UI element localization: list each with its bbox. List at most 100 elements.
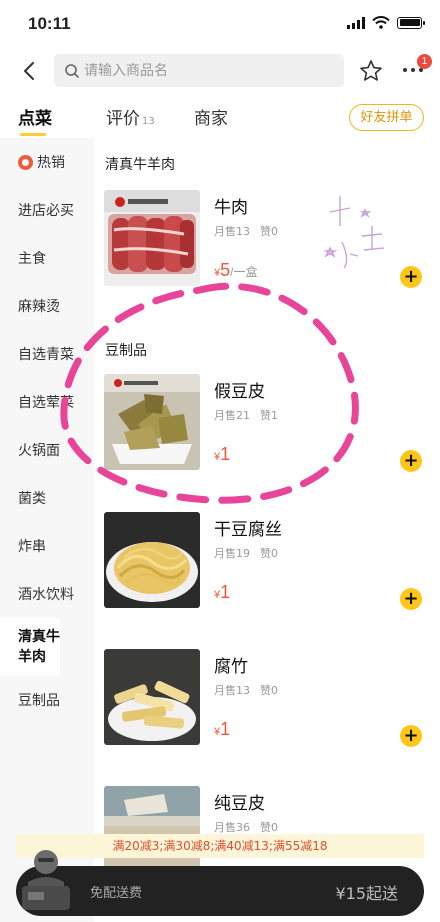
product-item[interactable]: 牛肉 月售13 赞0 ¥5/一盒 +: [104, 190, 440, 290]
section-title: 清真牛羊肉: [105, 157, 175, 173]
nav-bar: 1: [0, 50, 440, 94]
sidebar-item-halal-meat[interactable]: 清真牛羊肉: [0, 618, 60, 676]
product-name: 牛肉: [214, 198, 248, 218]
sidebar-item-label: 自选青菜: [18, 347, 74, 363]
product-item[interactable]: 假豆皮 月售21 赞1 ¥1 +: [104, 374, 440, 474]
sidebar-item-label: 麻辣烫: [18, 299, 60, 315]
product-price: ¥1: [214, 444, 230, 465]
sidebar-item-label: 主食: [18, 251, 46, 267]
product-sales: 月售13 赞0: [214, 223, 288, 239]
sidebar-item-label: 菌类: [18, 491, 46, 507]
back-icon[interactable]: [18, 59, 42, 83]
product-sales: 月售19 赞0: [214, 545, 288, 561]
hot-icon: [18, 154, 33, 170]
group-order-button[interactable]: 好友拼单: [349, 104, 424, 131]
product-price: ¥5/一盒: [214, 260, 257, 281]
sidebar-item-vegetables[interactable]: 自选青菜: [0, 330, 94, 378]
sidebar-item-label: 清真牛羊肉: [18, 629, 60, 665]
sidebar-item-fried-skewers[interactable]: 炸串: [0, 522, 94, 570]
product-name: 纯豆皮: [214, 794, 265, 814]
status-bar: 10:11: [0, 0, 440, 50]
tab-bar: 点菜 评价 13 商家 好友拼单: [0, 96, 440, 138]
monthly-sales: 月售13: [214, 225, 250, 238]
tab-merchant[interactable]: 商家: [194, 104, 228, 129]
price-value: 1: [220, 582, 231, 602]
add-to-cart-button[interactable]: +: [400, 588, 422, 610]
tab-label: 点菜: [18, 109, 52, 129]
minimum-order-label[interactable]: ¥15起送: [335, 880, 398, 904]
price-value: 1: [220, 444, 231, 464]
more-menu-button[interactable]: 1: [400, 54, 432, 82]
product-sales: 月售13 赞0: [214, 682, 288, 698]
likes: 赞0: [260, 821, 278, 834]
sidebar-item-hot[interactable]: 热销: [0, 138, 94, 186]
product-name: 干豆腐丝: [214, 520, 282, 540]
cart-icon[interactable]: [20, 846, 72, 914]
sidebar-item-mushrooms[interactable]: 菌类: [0, 474, 94, 522]
monthly-sales: 月售36: [214, 821, 250, 834]
price-unit: /一盒: [230, 265, 258, 279]
favorite-star-icon[interactable]: [358, 58, 384, 84]
signal-icon: [347, 16, 365, 29]
discount-banner: 满20减3;满30减8;满40减13;满55减18: [16, 834, 424, 858]
product-price: ¥1: [214, 719, 230, 740]
likes: 赞0: [260, 225, 278, 238]
sidebar-item-label: 进店必买: [18, 203, 74, 219]
product-image: [104, 512, 200, 608]
section-title: 豆制品: [105, 343, 147, 359]
battery-icon: [397, 16, 425, 29]
status-time: 10:11: [28, 14, 71, 33]
monthly-sales: 月售21: [214, 409, 250, 422]
delivery-fee-label: 免配送费: [90, 886, 143, 901]
sidebar-item-label: 自选荤菜: [18, 395, 74, 411]
search-icon: [65, 63, 79, 78]
product-name: 腐竹: [214, 657, 248, 677]
wifi-icon: [372, 16, 390, 29]
search-input[interactable]: [84, 62, 304, 79]
sidebar-item-drinks[interactable]: 酒水饮料: [0, 570, 94, 618]
monthly-sales: 月售19: [214, 547, 250, 560]
monthly-sales: 月售13: [214, 684, 250, 697]
sidebar-item-label: 炸串: [18, 539, 46, 555]
more-icon: [403, 68, 423, 72]
category-sidebar: 热销 进店必买 主食 麻辣烫 自选青菜 自选荤菜 火锅面 菌类 炸串 酒水饮料 …: [0, 138, 94, 922]
add-to-cart-button[interactable]: +: [400, 725, 422, 747]
product-name: 假豆皮: [214, 382, 265, 402]
cart-bar[interactable]: 免配送费 ¥15起送: [16, 866, 424, 916]
active-tab-indicator: [20, 133, 46, 136]
sidebar-item-label: 豆制品: [18, 693, 60, 709]
sidebar-item-hotpot-noodles[interactable]: 火锅面: [0, 426, 94, 474]
product-item[interactable]: 干豆腐丝 月售19 赞0 ¥1 +: [104, 512, 440, 612]
tab-order[interactable]: 点菜: [18, 104, 52, 129]
sidebar-item-tofu[interactable]: 豆制品: [0, 676, 94, 724]
product-price: ¥1: [214, 582, 230, 603]
product-image: [104, 190, 200, 286]
product-sales: 月售36 赞0: [214, 819, 288, 835]
tab-reviews[interactable]: 评价 13: [106, 104, 155, 129]
sidebar-item-label: 热销: [37, 155, 65, 171]
status-icons: [347, 16, 425, 29]
price-value: 5: [220, 260, 231, 280]
sidebar-item-label: 酒水饮料: [18, 587, 74, 603]
product-image: [104, 649, 200, 745]
notification-badge: 1: [417, 54, 432, 69]
likes: 赞0: [260, 684, 278, 697]
add-to-cart-button[interactable]: +: [400, 266, 422, 288]
price-value: 1: [220, 719, 231, 739]
sidebar-item-label: 火锅面: [18, 443, 60, 459]
likes: 赞1: [260, 409, 278, 422]
tab-label: 评价: [106, 109, 140, 129]
sidebar-item-must-buy[interactable]: 进店必买: [0, 186, 94, 234]
product-sales: 月售21 赞1: [214, 407, 288, 423]
product-item[interactable]: 腐竹 月售13 赞0 ¥1 +: [104, 649, 440, 749]
sidebar-item-staples[interactable]: 主食: [0, 234, 94, 282]
add-to-cart-button[interactable]: +: [400, 450, 422, 472]
sidebar-item-malatang[interactable]: 麻辣烫: [0, 282, 94, 330]
likes: 赞0: [260, 547, 278, 560]
product-image: [104, 374, 200, 470]
tab-label: 商家: [194, 109, 228, 129]
tab-count: 13: [142, 116, 155, 127]
search-bar[interactable]: [54, 54, 344, 87]
sidebar-item-meats[interactable]: 自选荤菜: [0, 378, 94, 426]
product-list: 清真牛羊肉 牛肉 月售13 赞0 ¥5/一盒 + 豆制品 假豆皮 月售21 赞1…: [94, 138, 440, 882]
